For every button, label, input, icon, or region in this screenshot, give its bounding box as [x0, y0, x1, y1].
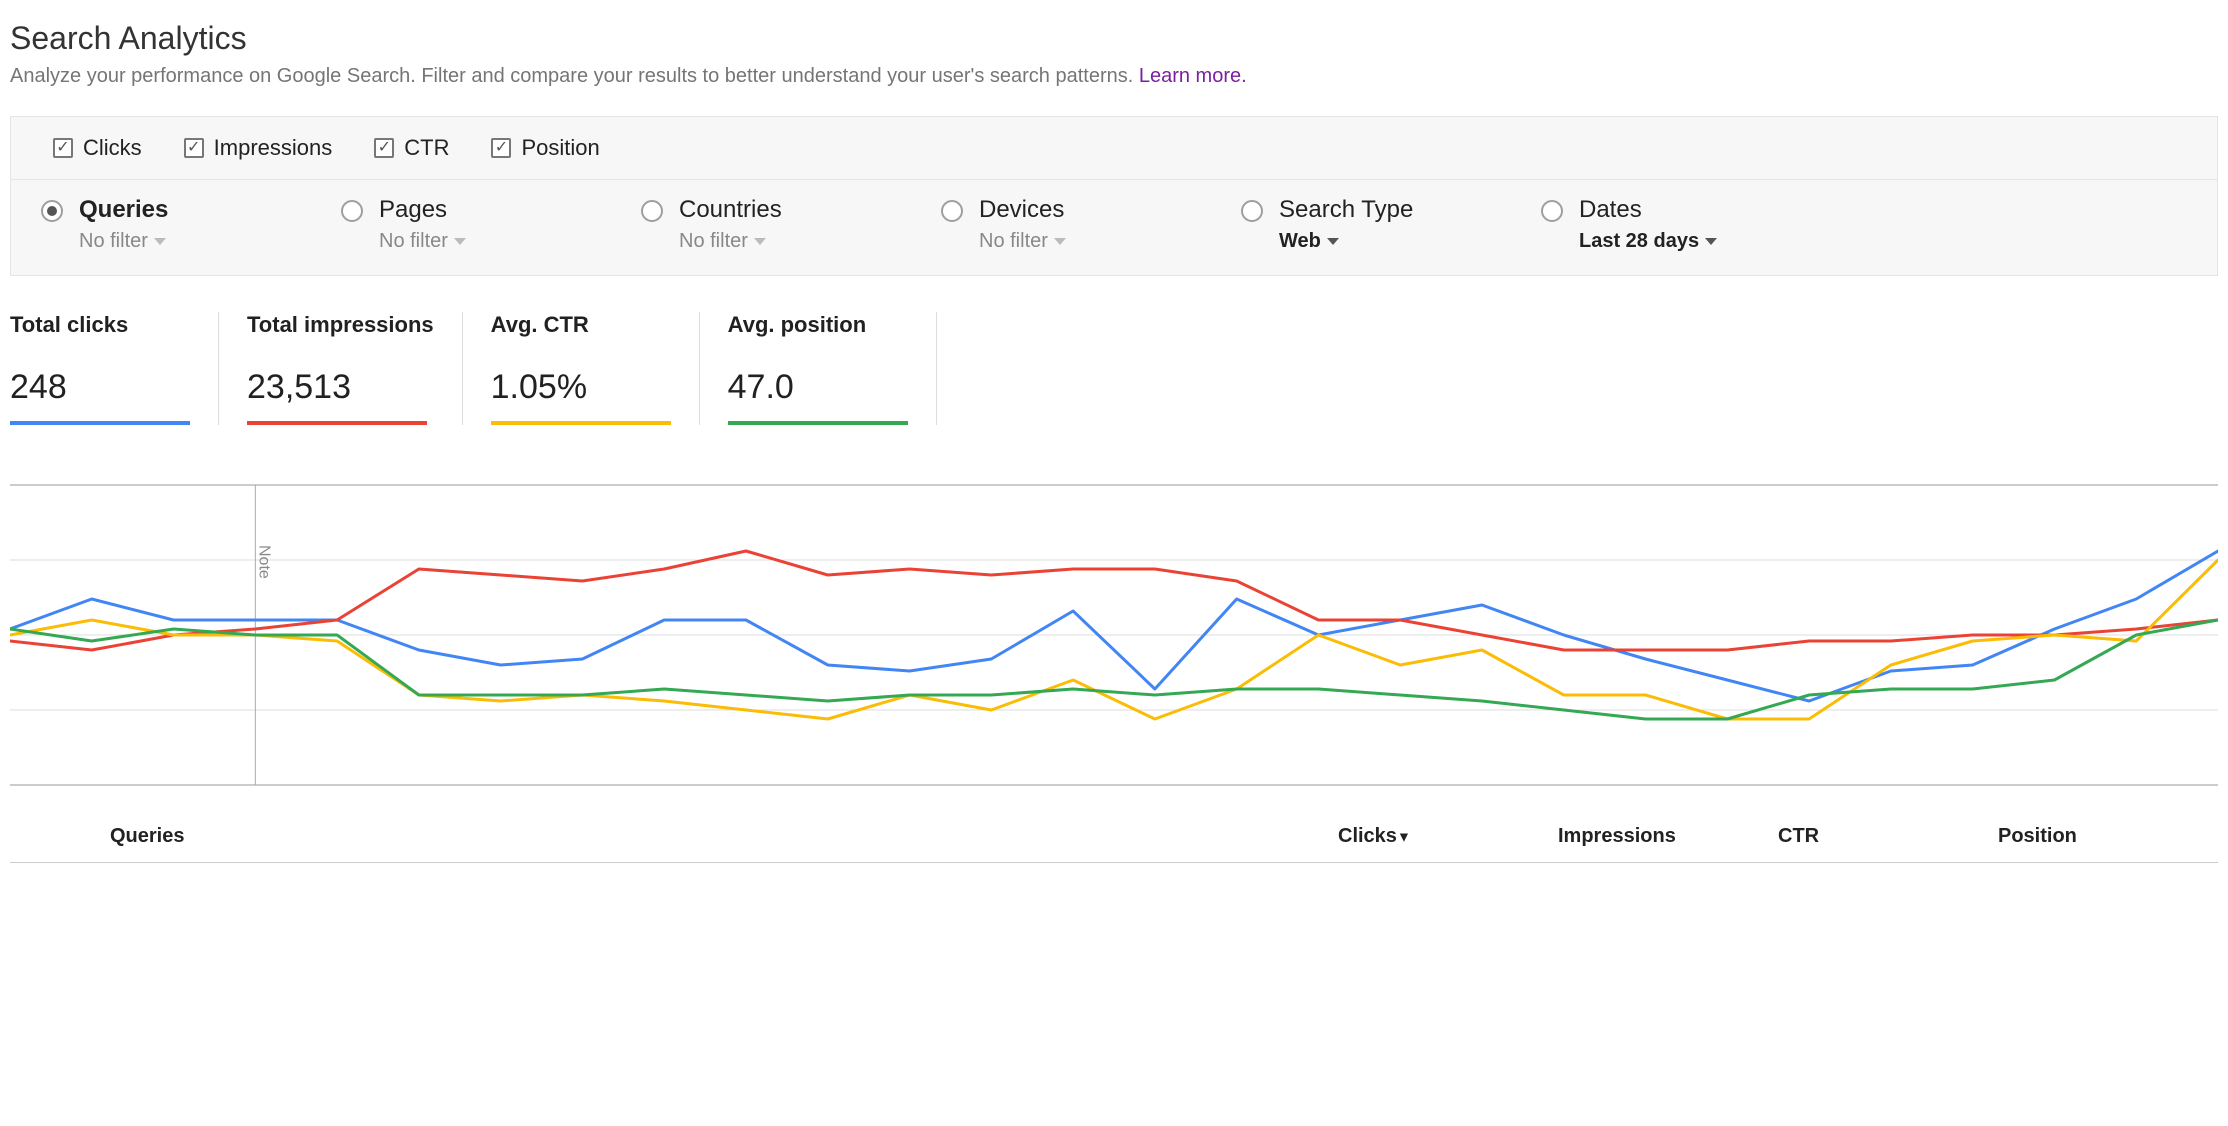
dimension-filter-dropdown[interactable]: No filter	[379, 230, 466, 253]
checkbox-icon	[491, 138, 511, 158]
table-header-row: Queries Clicks▼ Impressions CTR Position	[10, 795, 2218, 862]
dimension-queries[interactable]: Queries No filter	[41, 196, 341, 253]
chevron-down-icon	[1054, 238, 1066, 245]
page-title: Search Analytics	[10, 20, 2218, 57]
dimension-filter-value: No filter	[979, 230, 1048, 253]
stat-avg-position: Avg. position 47.0	[700, 312, 937, 425]
stat-value: 47.0	[728, 368, 908, 407]
checkbox-icon	[53, 138, 73, 158]
radio-icon	[341, 200, 363, 222]
stat-value: 248	[10, 368, 190, 407]
metric-label: Clicks	[83, 135, 142, 161]
dimension-title: Queries	[79, 196, 168, 224]
page-subtitle: Analyze your performance on Google Searc…	[10, 65, 2218, 88]
radio-icon	[941, 200, 963, 222]
dimension-filter-value: No filter	[679, 230, 748, 253]
summary-stats: Total clicks 248 Total impressions 23,51…	[10, 312, 2218, 425]
stat-value: 1.05%	[491, 368, 671, 407]
radio-icon	[1541, 200, 1563, 222]
chevron-down-icon	[454, 238, 466, 245]
stat-label: Avg. position	[728, 312, 908, 338]
dimension-filter-dropdown[interactable]: No filter	[79, 230, 168, 253]
chart-note-label: Note	[255, 545, 272, 579]
metric-label: CTR	[404, 135, 449, 161]
dimension-filter-value: No filter	[379, 230, 448, 253]
sort-descending-icon: ▼	[1397, 829, 1411, 845]
stat-underline	[247, 421, 427, 425]
dimension-filter-value: No filter	[79, 230, 148, 253]
dimension-pages[interactable]: Pages No filter	[341, 196, 641, 253]
metric-impressions-checkbox[interactable]: Impressions	[184, 135, 333, 161]
dimension-filter-dropdown[interactable]: No filter	[679, 230, 782, 253]
dimension-title: Dates	[1579, 196, 1717, 224]
dimension-countries[interactable]: Countries No filter	[641, 196, 941, 253]
chart-svg: Note	[10, 475, 2218, 795]
dimension-filter-dropdown[interactable]: Web	[1279, 230, 1413, 253]
checkbox-icon	[184, 138, 204, 158]
stat-total-impressions: Total impressions 23,513	[219, 312, 463, 425]
radio-icon	[41, 200, 63, 222]
stat-underline	[491, 421, 671, 425]
stat-avg-ctr: Avg. CTR 1.05%	[463, 312, 700, 425]
metrics-row: Clicks Impressions CTR Position	[11, 117, 2217, 180]
column-header-impressions[interactable]: Impressions	[1558, 825, 1778, 848]
dimension-devices[interactable]: Devices No filter	[941, 196, 1241, 253]
metric-position-checkbox[interactable]: Position	[491, 135, 599, 161]
stat-label: Avg. CTR	[491, 312, 671, 338]
table-divider	[10, 862, 2218, 863]
dimension-title: Countries	[679, 196, 782, 224]
learn-more-link[interactable]: Learn more.	[1139, 65, 1247, 87]
stat-underline	[728, 421, 908, 425]
dimension-filter-value: Web	[1279, 230, 1321, 253]
dimensions-row: Queries No filter Pages No filter Countr…	[11, 180, 2217, 275]
column-header-queries[interactable]: Queries	[10, 825, 184, 848]
stat-label: Total impressions	[247, 312, 434, 338]
chevron-down-icon	[1327, 238, 1339, 245]
chevron-down-icon	[754, 238, 766, 245]
dimension-title: Pages	[379, 196, 466, 224]
metric-ctr-checkbox[interactable]: CTR	[374, 135, 449, 161]
dimension-title: Devices	[979, 196, 1066, 224]
chevron-down-icon	[1705, 238, 1717, 245]
stat-label: Total clicks	[10, 312, 190, 338]
column-label: Clicks	[1338, 825, 1397, 847]
radio-icon	[1241, 200, 1263, 222]
metric-label: Impressions	[214, 135, 333, 161]
chevron-down-icon	[154, 238, 166, 245]
column-header-position[interactable]: Position	[1998, 825, 2218, 848]
metric-clicks-checkbox[interactable]: Clicks	[53, 135, 142, 161]
dimension-filter-value: Last 28 days	[1579, 230, 1699, 253]
column-header-ctr[interactable]: CTR	[1778, 825, 1998, 848]
radio-icon	[641, 200, 663, 222]
dimension-dates[interactable]: Dates Last 28 days	[1541, 196, 1841, 253]
stat-value: 23,513	[247, 368, 434, 407]
checkbox-icon	[374, 138, 394, 158]
dimension-filter-dropdown[interactable]: No filter	[979, 230, 1066, 253]
dimension-filter-dropdown[interactable]: Last 28 days	[1579, 230, 1717, 253]
subtitle-text: Analyze your performance on Google Searc…	[10, 65, 1139, 87]
metric-label: Position	[521, 135, 599, 161]
filter-panel: Clicks Impressions CTR Position Queries …	[10, 116, 2218, 276]
trend-chart: Note	[10, 475, 2218, 795]
stat-total-clicks: Total clicks 248	[10, 312, 219, 425]
stat-underline	[10, 421, 190, 425]
dimension-title: Search Type	[1279, 196, 1413, 224]
dimension-search-type[interactable]: Search Type Web	[1241, 196, 1541, 253]
column-header-clicks[interactable]: Clicks▼	[1338, 825, 1558, 848]
